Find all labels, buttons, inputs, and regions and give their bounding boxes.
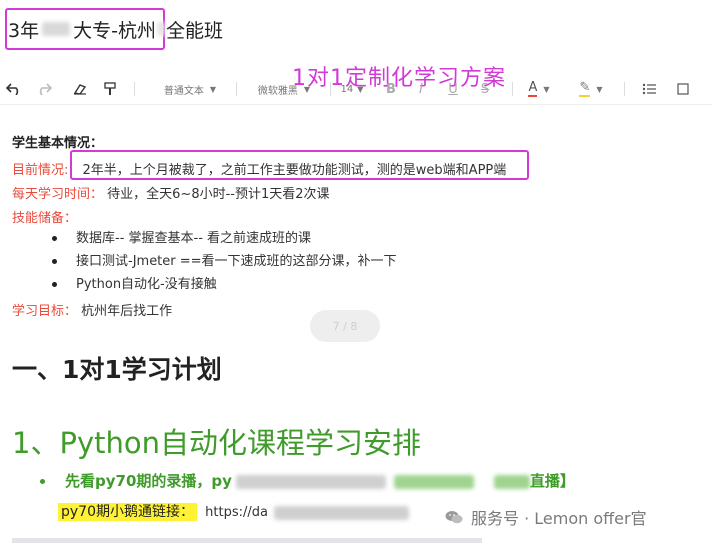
- list-item: 数据库-- 掌握查基本-- 看之前速成班的课: [52, 227, 397, 250]
- section-heading-plan: 一、1对1学习计划: [12, 355, 222, 384]
- bullet-prefix: 先看py70期的录播，py: [65, 472, 232, 490]
- undo-icon[interactable]: [4, 76, 24, 102]
- redacted-text: [493, 474, 530, 489]
- style-select-value: 普通文本: [163, 85, 204, 97]
- current-situation-label: 目前情况:: [12, 163, 69, 178]
- toolbar-divider: [134, 82, 135, 96]
- strike-button[interactable]: S: [476, 76, 494, 102]
- title-redacted: [42, 22, 71, 36]
- toolbar-divider: [236, 82, 237, 96]
- scroll-indicator: [12, 538, 482, 543]
- redacted-text: [235, 474, 386, 489]
- wechat-icon: [445, 511, 463, 524]
- link-label: py70期小鹅通链接：: [58, 503, 197, 521]
- eraser-icon[interactable]: [70, 76, 90, 102]
- chevron-down-icon: ▼: [596, 84, 603, 94]
- skills-label: 技能储备：: [12, 211, 78, 226]
- chevron-down-icon: ▼: [357, 84, 364, 94]
- daily-time-value: 待业，全天6~8小时--预计1天看2次课: [107, 187, 330, 202]
- size-select[interactable]: 14 ▼: [334, 76, 370, 102]
- title-redacted-small: [156, 22, 165, 36]
- chevron-down-icon: ▼: [543, 84, 550, 94]
- daily-time-label: 每天学习时间：: [12, 187, 104, 202]
- style-select[interactable]: 普通文本 ▼: [150, 76, 230, 102]
- bold-button[interactable]: B: [382, 76, 400, 102]
- checklist-icon[interactable]: [674, 76, 692, 102]
- goal-label: 学习目标：: [12, 304, 78, 319]
- watermark-text: 服务号 · Lemon offer官: [471, 509, 647, 528]
- underline-button[interactable]: U: [444, 76, 462, 102]
- redacted-url: [274, 505, 410, 520]
- list-item: Python自动化-没有接触: [52, 273, 397, 296]
- link-url[interactable]: https://da: [205, 505, 268, 520]
- chevron-down-icon: ▼: [303, 84, 311, 94]
- title-part-2: 大专-杭州: [73, 19, 156, 42]
- redacted-text: [393, 474, 474, 489]
- list-item: 先看py70期的录播，py 直播】: [40, 470, 575, 491]
- goal-line: 学习目标： 杭州年后找工作: [12, 300, 172, 319]
- italic-button[interactable]: I: [412, 76, 430, 102]
- title-part-3: 全能班: [165, 19, 223, 42]
- chevron-down-icon: ▼: [209, 84, 217, 94]
- editor-toolbar: 普通文本 ▼ 微软雅黑 ▼ 14 ▼ B I U S A ▼ ✎ ▼: [0, 76, 712, 102]
- format-painter-icon[interactable]: [100, 76, 120, 102]
- link-line: py70期小鹅通链接： https://da: [58, 501, 410, 521]
- section-heading-basic: 学生基本情况：: [12, 136, 104, 151]
- daily-time-line: 每天学习时间： 待业，全天6~8小时--预计1天看2次课: [12, 183, 330, 202]
- font-color-button[interactable]: A ▼: [524, 76, 554, 102]
- font-select-value: 微软雅黑: [257, 85, 298, 97]
- watermark: 服务号 · Lemon offer官: [445, 505, 647, 529]
- goal-value: 杭州年后找工作: [81, 304, 173, 319]
- highlight-color-button[interactable]: ✎ ▼: [576, 76, 606, 102]
- font-select[interactable]: 微软雅黑 ▼: [244, 76, 324, 102]
- redo-icon[interactable]: [34, 76, 54, 102]
- bullet-list-icon[interactable]: [640, 76, 658, 102]
- toolbar-divider: [512, 82, 513, 96]
- skills-list: 数据库-- 掌握查基本-- 看之前速成班的课 接口测试-Jmeter ==看一下…: [52, 227, 397, 296]
- toolbar-divider: [330, 82, 331, 96]
- bullet-dot: [40, 479, 45, 484]
- size-select-value: 14: [340, 83, 354, 95]
- toolbar-divider: [624, 82, 625, 96]
- font-color-label: A: [528, 80, 538, 97]
- document-title[interactable]: 3年 大专-杭州 全能班: [8, 10, 223, 48]
- highlighter-icon: ✎: [579, 80, 591, 97]
- toolbar-divider-line: [0, 104, 712, 105]
- title-part-1: 3年: [8, 19, 40, 42]
- section-heading-python: 1、Python自动化课程学习安排: [12, 426, 421, 460]
- list-item: 接口测试-Jmeter ==看一下速成班的这部分课，补一下: [52, 250, 397, 273]
- bullet-suffix: 直播】: [529, 472, 575, 490]
- page-indicator: 7 / 8: [310, 310, 380, 342]
- current-situation-highlight-box: [70, 150, 529, 180]
